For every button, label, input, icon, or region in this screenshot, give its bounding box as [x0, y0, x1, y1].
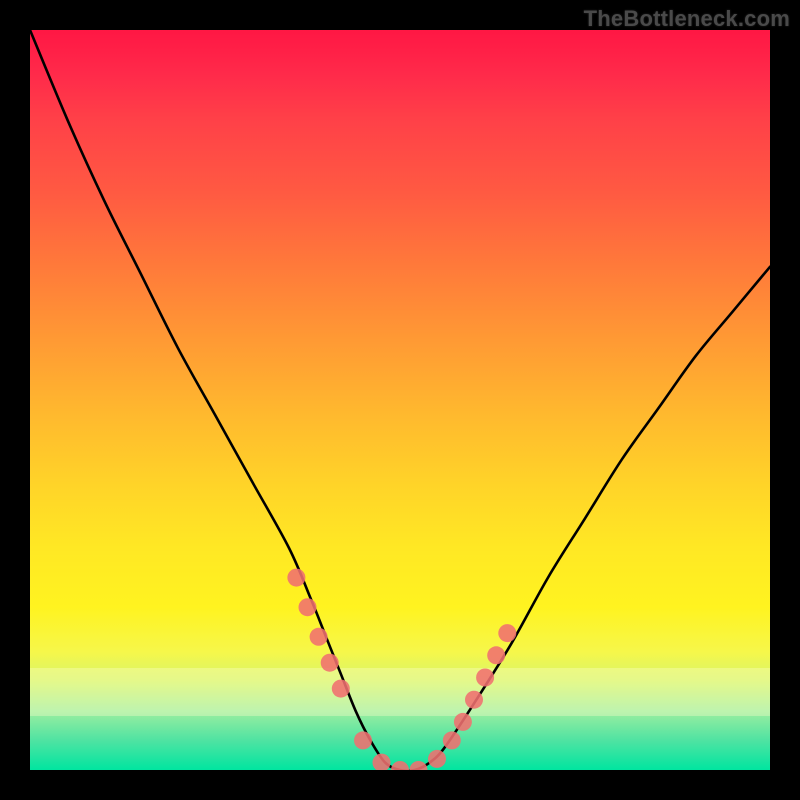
marker-dot: [299, 598, 317, 616]
chart-frame: TheBottleneck.com: [0, 0, 800, 800]
curve-layer: [30, 30, 770, 770]
marker-dot: [354, 731, 372, 749]
marker-dot: [373, 754, 391, 770]
marker-dot: [410, 761, 428, 770]
marker-dot: [321, 654, 339, 672]
marker-dot: [443, 731, 461, 749]
marker-group: [287, 569, 516, 770]
bottleneck-curve: [30, 30, 770, 770]
marker-dot: [310, 628, 328, 646]
marker-dot: [487, 646, 505, 664]
marker-dot: [287, 569, 305, 587]
marker-dot: [498, 624, 516, 642]
plot-area: [30, 30, 770, 770]
marker-dot: [428, 750, 446, 768]
marker-dot: [465, 691, 483, 709]
marker-dot: [391, 761, 409, 770]
highlight-band: [30, 668, 770, 716]
marker-dot: [332, 680, 350, 698]
marker-dot: [476, 669, 494, 687]
marker-dot: [454, 713, 472, 731]
watermark-text: TheBottleneck.com: [584, 6, 790, 32]
